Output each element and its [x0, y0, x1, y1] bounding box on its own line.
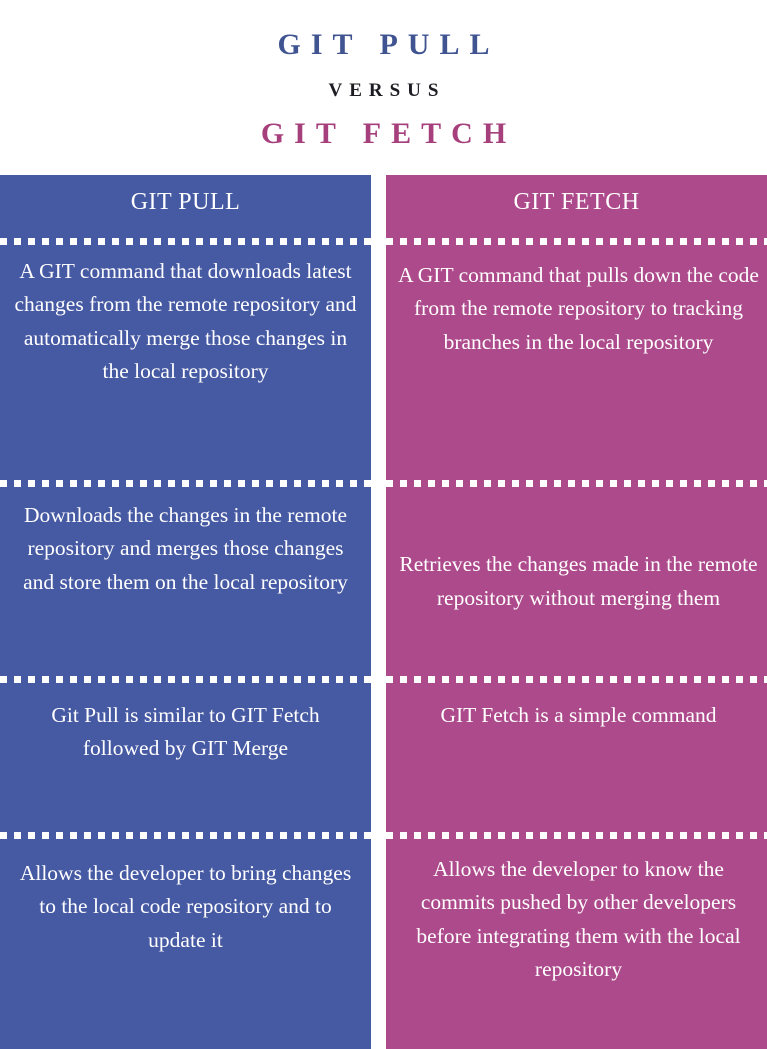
dashed-divider — [0, 676, 371, 683]
column-heading-git-fetch: GIT FETCH — [513, 189, 640, 215]
dashed-divider — [386, 832, 767, 839]
cell-text: A GIT command that downloads latest chan… — [14, 259, 357, 383]
cell-text: Git Pull is similar to GIT Fetch followe… — [51, 703, 320, 761]
cell-text: Allows the developer to bring changes to… — [19, 861, 352, 952]
cell-text: Downloads the changes in the remote repo… — [23, 503, 348, 594]
cell-text: A GIT command that pulls down the code f… — [398, 263, 759, 354]
column-git-pull: GIT PULL A GIT command that downloads la… — [0, 175, 371, 1049]
page-title-primary: GIT PULL — [277, 28, 500, 61]
page-title-versus: VERSUS — [328, 80, 446, 101]
table-cell: Retrieves the changes made in the remote… — [386, 487, 767, 676]
column-heading-git-pull: GIT PULL — [130, 189, 241, 215]
table-cell: Downloads the changes in the remote repo… — [0, 487, 371, 676]
table-cell: Allows the developer to bring changes to… — [0, 839, 371, 1049]
column-separator — [371, 175, 386, 1049]
dashed-divider — [0, 832, 371, 839]
dashed-divider — [386, 480, 767, 487]
header: GIT PULL VERSUS GIT FETCH — [0, 0, 767, 175]
cell-text: Allows the developer to know the commits… — [416, 857, 741, 981]
comparison-table: GIT PULL A GIT command that downloads la… — [0, 175, 767, 1049]
table-cell: Allows the developer to know the commits… — [386, 839, 767, 1049]
dashed-divider — [386, 676, 767, 683]
page-title-secondary: GIT FETCH — [260, 117, 517, 150]
dashed-divider — [0, 238, 371, 245]
cell-text: Retrieves the changes made in the remote… — [399, 552, 758, 610]
dashed-divider — [0, 480, 371, 487]
table-cell: GIT Fetch is a simple command — [386, 683, 767, 832]
column-git-fetch: GIT FETCH A GIT command that pulls down … — [386, 175, 767, 1049]
table-cell: Git Pull is similar to GIT Fetch followe… — [0, 683, 371, 832]
table-cell: A GIT command that pulls down the code f… — [386, 245, 767, 480]
dashed-divider — [386, 238, 767, 245]
table-cell: A GIT command that downloads latest chan… — [0, 245, 371, 480]
infographic-page: GIT PULL VERSUS GIT FETCH GIT PULL A GIT… — [0, 0, 767, 1049]
cell-text: GIT Fetch is a simple command — [440, 703, 717, 727]
